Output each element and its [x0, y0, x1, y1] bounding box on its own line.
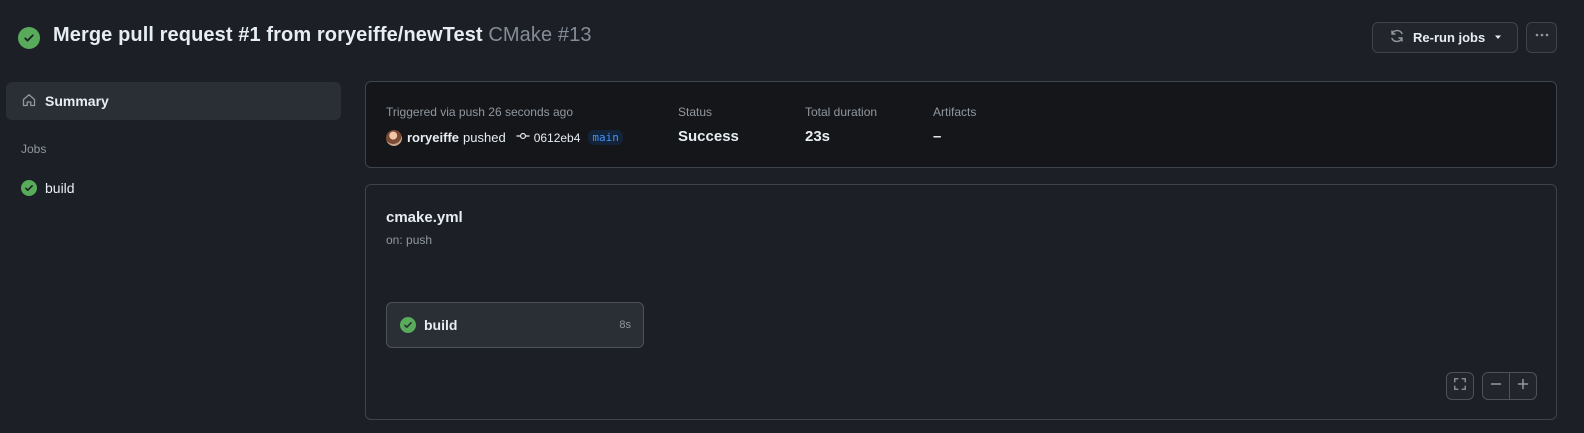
success-check-icon	[21, 180, 37, 196]
triangle-down-icon	[1493, 30, 1503, 45]
more-actions-button[interactable]	[1526, 22, 1557, 53]
run-name: CMake #13	[488, 24, 592, 46]
sidebar-item-label: Summary	[45, 93, 109, 109]
home-icon	[21, 92, 37, 111]
artifacts-value: –	[933, 128, 942, 145]
commit-sha: 0612eb4	[533, 130, 581, 145]
job-node-build[interactable]: build 8s	[386, 302, 644, 348]
run-sidebar: Summary Jobs build	[0, 76, 350, 433]
rerun-jobs-label: Re-run jobs	[1413, 30, 1486, 45]
git-commit-icon	[516, 129, 530, 146]
workflow-file-name[interactable]: cmake.yml	[386, 209, 463, 226]
sidebar-item-label: build	[45, 180, 75, 196]
status-value: Success	[678, 128, 739, 145]
page-title: Merge pull request #1 from roryeiffe/new…	[53, 24, 592, 47]
fullscreen-button[interactable]	[1446, 372, 1474, 400]
avatar[interactable]	[386, 129, 402, 146]
rerun-jobs-button[interactable]: Re-run jobs	[1372, 22, 1518, 53]
duration-value: 23s	[805, 128, 831, 145]
sidebar-item-job-build[interactable]: build	[6, 173, 341, 203]
trigger-details: roryeiffe pushed 0612eb4 main	[386, 129, 623, 146]
job-node-duration: 8s	[619, 319, 631, 331]
success-check-icon	[400, 317, 416, 333]
workflow-graph-card: cmake.yml on: push build 8s	[365, 184, 1557, 420]
kebab-horizontal-icon	[1534, 27, 1550, 48]
trigger-text: Triggered via push 26 seconds ago	[386, 105, 574, 119]
screen-full-icon	[1453, 377, 1467, 396]
duration-label: Total duration	[805, 105, 878, 119]
branch-label[interactable]: main	[588, 130, 623, 145]
commit-link[interactable]: 0612eb4	[516, 129, 581, 146]
commit-message-title: Merge pull request #1 from roryeiffe/new…	[53, 24, 483, 46]
run-summary-card: Triggered via push 26 seconds ago roryei…	[365, 81, 1557, 168]
sync-icon	[1389, 28, 1405, 47]
job-node-label: build	[424, 317, 458, 333]
zoom-out-button[interactable]	[1483, 373, 1509, 399]
workflow-trigger: on: push	[386, 233, 433, 247]
zoom-in-button[interactable]	[1509, 373, 1536, 399]
workflow-run-header: Merge pull request #1 from roryeiffe/new…	[0, 0, 1584, 76]
actor-link[interactable]: roryeiffe	[407, 130, 459, 145]
sidebar-item-summary[interactable]: Summary	[6, 82, 341, 120]
zoom-controls	[1482, 372, 1537, 400]
jobs-heading: Jobs	[21, 142, 47, 156]
artifacts-label: Artifacts	[933, 105, 977, 119]
dash-icon	[1490, 377, 1502, 395]
status-label: Status	[678, 105, 713, 119]
plus-icon	[1517, 377, 1529, 395]
action-text: pushed	[463, 130, 506, 145]
success-check-icon	[18, 27, 40, 49]
